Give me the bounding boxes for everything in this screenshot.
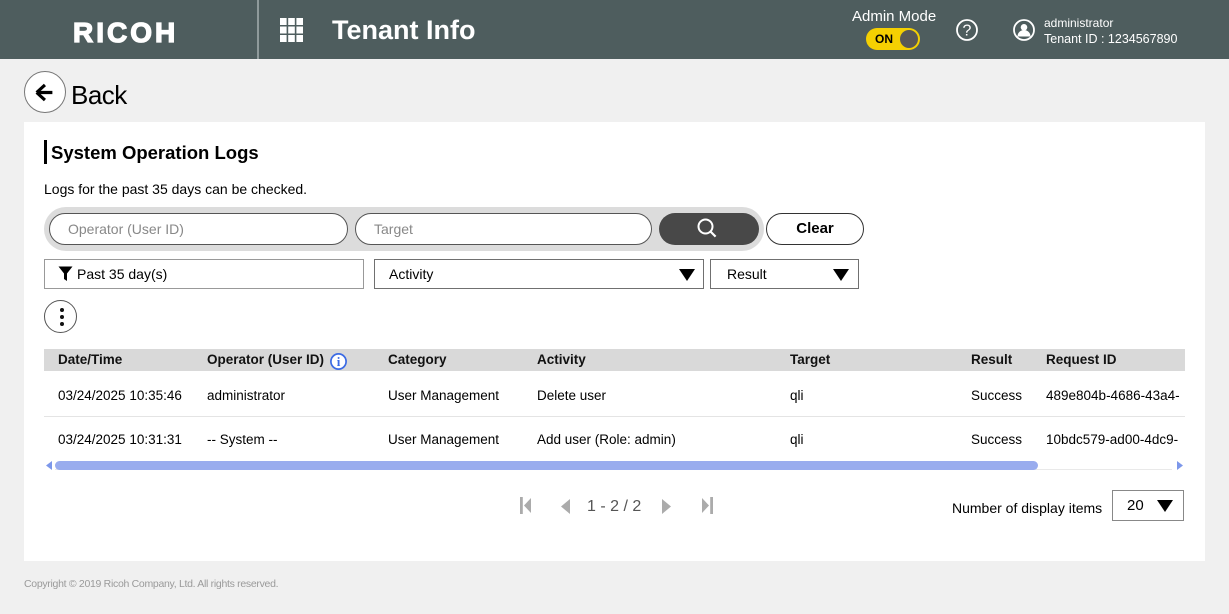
svg-text:?: ?: [963, 23, 972, 40]
svg-text:i: i: [337, 354, 341, 369]
